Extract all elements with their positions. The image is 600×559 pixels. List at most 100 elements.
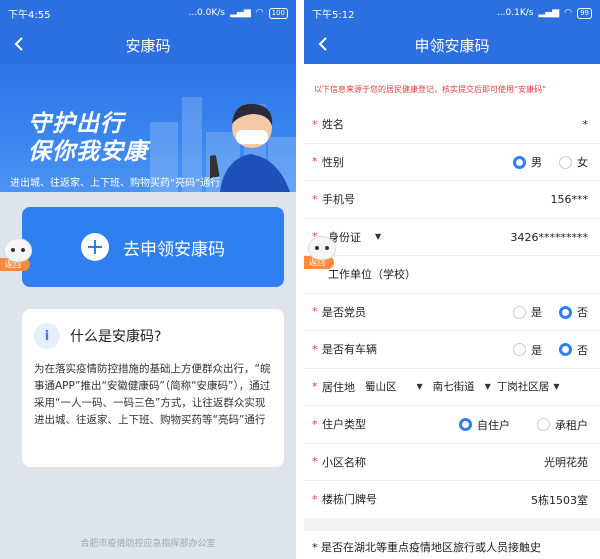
- status-icons: ...0.1K/s ▂▄▆ ◠ 99: [496, 7, 592, 19]
- community-select[interactable]: 丁岗社区居 ▼: [497, 379, 560, 394]
- signal-icon: ▂▄▆: [538, 8, 560, 18]
- community-name-value: 光明花苑: [544, 456, 588, 469]
- party-no-radio[interactable]: 否: [559, 304, 588, 320]
- self-occupied-radio[interactable]: 自住户: [459, 417, 510, 433]
- required-mark: *: [312, 492, 318, 506]
- field-workplace[interactable]: 工作单位（学校）: [304, 256, 600, 294]
- resident-type-options: 自住户 承租户: [447, 406, 588, 443]
- floating-mascot[interactable]: 返回: [0, 238, 40, 271]
- wifi-icon: ◠: [255, 8, 264, 18]
- status-bar: 下午4:55 ...0.0K/s ▂▄▆ ◠ 100: [0, 0, 296, 26]
- field-name[interactable]: * 姓名 *: [304, 106, 600, 144]
- option-label: 承租户: [555, 418, 588, 432]
- battery-icon: 99: [577, 7, 592, 19]
- field-vehicle: * 是否有车辆 是 否: [304, 331, 600, 369]
- radio-icon: [513, 305, 526, 319]
- vehicle-no-radio[interactable]: 否: [559, 342, 588, 358]
- required-mark: *: [312, 305, 318, 319]
- travel-history-question[interactable]: * 是否在湖北等重点疫情地区旅行或人员接触史: [304, 531, 600, 559]
- field-label: 性别: [322, 155, 344, 169]
- masked-person-illustration: [210, 103, 290, 192]
- footer-organization: 合肥市疫情防控应急指挥部办公室: [80, 539, 216, 549]
- select-value: 丁岗社区居: [496, 381, 550, 394]
- field-label: 居住地: [322, 380, 355, 394]
- signal-icon: ▂▄▆: [230, 8, 251, 18]
- gender-male-radio[interactable]: 男: [513, 154, 542, 170]
- idcard-value: 3426*********: [510, 230, 589, 244]
- required-mark: *: [312, 192, 318, 206]
- street-select[interactable]: 南七街道 ▼: [433, 379, 491, 394]
- page-title: 安康码: [125, 36, 171, 55]
- gender-female-radio[interactable]: 女: [559, 154, 588, 170]
- title-bar: 安康码: [0, 26, 296, 64]
- required-mark: *: [312, 380, 318, 394]
- phone-value: 156***: [550, 193, 589, 206]
- info-icon: i: [34, 323, 60, 349]
- select-value: 南七街道: [432, 381, 475, 394]
- field-label: 住户类型: [322, 418, 366, 432]
- right-screen: 下午5:12 ...0.1K/s ▂▄▆ ◠ 99 申领安康码 以下信息来源于您…: [304, 0, 600, 559]
- wifi-icon: ◠: [564, 8, 573, 18]
- field-gender: * 性别 男 女: [304, 144, 600, 181]
- option-label: 否: [577, 306, 588, 319]
- tenant-radio[interactable]: 承租户: [537, 417, 588, 433]
- field-phone[interactable]: * 手机号 156***: [304, 181, 600, 219]
- field-label: 小区名称: [322, 455, 366, 469]
- network-speed: ...0.0K/s: [188, 8, 225, 18]
- screen-divider: [296, 0, 304, 559]
- option-label: 是: [531, 343, 542, 357]
- info-card-header: i 什么是安康码?: [34, 323, 272, 349]
- field-label: 是否党员: [322, 305, 366, 319]
- building-value: 5栋1503室: [531, 493, 588, 507]
- apply-health-code-button[interactable]: 去申领安康码: [22, 207, 284, 287]
- dropdown-caret-icon[interactable]: ▼: [375, 232, 381, 241]
- gender-options: 男 女: [501, 144, 588, 181]
- district-select[interactable]: 蜀山区 ▼: [365, 379, 423, 394]
- status-bar: 下午5:12 ...0.1K/s ▂▄▆ ◠ 99: [304, 0, 600, 26]
- apply-button-label: 去申领安康码: [123, 239, 225, 260]
- back-arrow-icon[interactable]: [314, 34, 334, 54]
- status-time: 下午4:55: [8, 9, 51, 21]
- vehicle-options: 是 否: [501, 331, 588, 368]
- option-label: 否: [577, 343, 588, 357]
- banner-subtitle: 进出城、往返家、上下班、购物买药“亮码”通行: [10, 178, 221, 189]
- select-value: 蜀山区: [365, 381, 397, 394]
- notice-text: 以下信息来源于您的居民健康登记，核实提交后即可使用“安康码”: [304, 64, 600, 108]
- radio-selected-icon: [459, 418, 472, 431]
- option-label: 自住户: [477, 418, 510, 432]
- title-bar: 申领安康码: [304, 26, 600, 64]
- radio-selected-icon: [559, 305, 572, 319]
- info-card-body: 为在落实疫情防控措施的基础上方便群众出行，“皖事通APP”推出“安徽健康码”（简…: [34, 363, 271, 426]
- party-options: 是 否: [501, 294, 588, 331]
- banner-headline-2: 保你我安康: [28, 139, 148, 165]
- field-building[interactable]: * 楼栋门牌号 5栋1503室: [304, 481, 600, 519]
- dropdown-caret-icon: ▼: [484, 382, 491, 392]
- mascot-icon: [308, 236, 336, 260]
- field-community-name[interactable]: * 小区名称 光明花苑: [304, 444, 600, 481]
- section-divider: [304, 518, 600, 531]
- option-label: 是: [531, 306, 542, 319]
- application-form: * 姓名 * * 性别 男 女 * 手机号 156*** * 身份证 ▼ 342…: [304, 106, 600, 559]
- page-title: 申领安康码: [414, 36, 490, 55]
- party-yes-radio[interactable]: 是: [513, 304, 542, 320]
- back-arrow-icon[interactable]: [10, 34, 30, 54]
- field-resident-type: * 住户类型 自住户 承租户: [304, 406, 600, 444]
- plus-icon: [81, 233, 109, 261]
- dropdown-caret-icon: ▼: [416, 382, 423, 392]
- field-label: 是否有车辆: [322, 343, 377, 357]
- field-idcard[interactable]: * 身份证 ▼ 3426*********: [304, 219, 600, 256]
- info-card-title: 什么是安康码?: [70, 329, 162, 345]
- network-speed: ...0.1K/s: [496, 8, 534, 18]
- info-card: i 什么是安康码? 为在落实疫情防控措施的基础上方便群众出行，“皖事通APP”推…: [22, 309, 284, 467]
- vehicle-yes-radio[interactable]: 是: [513, 342, 542, 358]
- field-label: 手机号: [322, 193, 355, 207]
- radio-icon: [537, 418, 550, 431]
- radio-selected-icon: [559, 343, 572, 356]
- floating-mascot[interactable]: 返回: [304, 236, 344, 269]
- radio-icon: [559, 155, 572, 169]
- field-label: 楼栋门牌号: [322, 493, 377, 507]
- dropdown-caret-icon: ▼: [553, 382, 560, 392]
- left-screen: 下午4:55 ...0.0K/s ▂▄▆ ◠ 100 安康码 守护出行 保你我安…: [0, 0, 296, 559]
- name-value: *: [582, 118, 589, 131]
- required-mark: *: [312, 117, 318, 131]
